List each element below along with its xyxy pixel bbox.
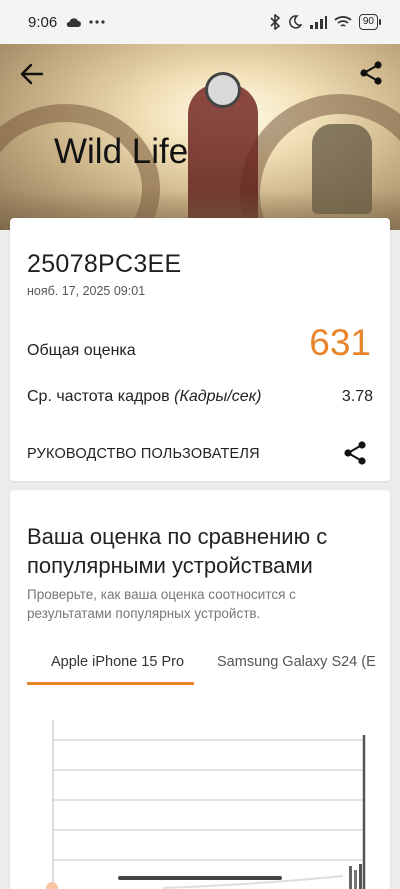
avg-fps-label-text: Ср. частота кадров [27,388,170,405]
tab-apple-iphone-15-pro[interactable]: Apple iPhone 15 Pro [51,654,184,670]
result-date: нояб. 17, 2025 09:01 [27,284,146,298]
score-distribution-chart [46,720,366,889]
share-icon[interactable] [358,60,384,86]
more-icon [89,20,105,24]
comparison-heading: Ваша оценка по сравнению с популярными у… [27,524,328,578]
hero-banner: Wild Life [0,44,400,230]
signal-icon [309,16,327,29]
overall-score-value: 631 [309,322,371,363]
active-tab-indicator [27,682,194,685]
status-time: 9:06 [28,13,58,31]
device-name: 25078PC3EE [27,250,182,278]
tab-samsung-galaxy-s24[interactable]: Samsung Galaxy S24 (E [217,654,376,670]
avg-fps-unit: (Кадры/сек) [174,388,262,405]
comparison-subtitle: Проверьте, как ваша оценка соотносится с… [27,587,296,621]
user-guide-link[interactable]: РУКОВОДСТВО ПОЛЬЗОВАТЕЛЯ [27,446,260,462]
bluetooth-icon [270,14,281,30]
device-tabs: Apple iPhone 15 Pro Samsung Galaxy S24 (… [27,645,390,687]
chart-bar [359,864,362,889]
overall-score-label: Общая оценка [27,342,136,359]
cloud-icon [66,18,82,27]
chart-bar [354,870,357,889]
chart-your-score-marker [46,882,58,889]
hero-title: Wild Life [54,132,189,171]
avg-fps-label: Ср. частота кадров (Кадры/сек) [27,388,262,406]
status-bar: 9:06 90 [0,0,400,44]
moon-icon [289,15,302,29]
wifi-icon [334,16,352,27]
chart-bar [349,866,352,889]
gesture-nav-bar[interactable] [118,876,282,880]
hero-art-character-head [205,72,241,108]
comparison-card: Ваша оценка по сравнению с популярными у… [10,490,390,889]
share-icon[interactable] [342,440,368,466]
avg-fps-value: 3.78 [341,388,373,405]
back-arrow-icon[interactable] [18,60,46,88]
battery-icon: 90 [358,14,382,30]
result-card: 25078PC3EE нояб. 17, 2025 09:01 Общая оц… [10,218,390,481]
